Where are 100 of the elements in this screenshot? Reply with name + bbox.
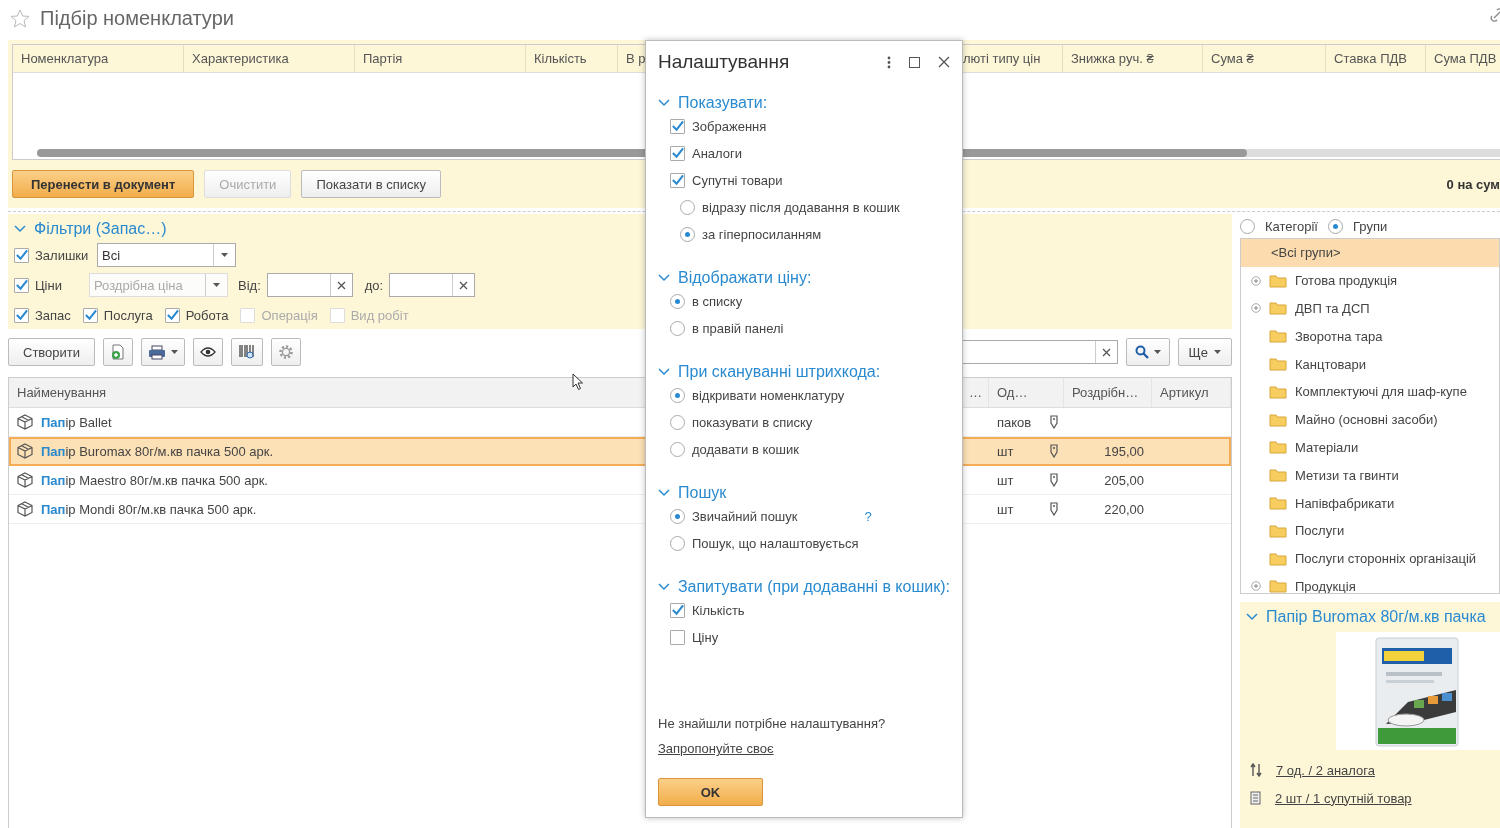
section-title[interactable]: При скануванні штрихкода: bbox=[678, 363, 881, 381]
tree-item[interactable]: Напівфабрикати bbox=[1241, 489, 1499, 517]
tree-item[interactable]: Послуги bbox=[1241, 516, 1499, 545]
checkbox[interactable] bbox=[14, 307, 29, 323]
radio-button[interactable] bbox=[670, 321, 685, 336]
document-icon bbox=[1250, 791, 1261, 805]
print-button[interactable] bbox=[141, 338, 186, 366]
column-header[interactable]: Кількість bbox=[526, 45, 618, 72]
column-header[interactable]: Знижка руч. ₴ bbox=[1063, 45, 1203, 72]
chevron-icon[interactable] bbox=[658, 583, 670, 591]
checkbox[interactable] bbox=[164, 307, 180, 323]
more-button[interactable]: Ще bbox=[1177, 338, 1232, 366]
chevron-icon[interactable] bbox=[1246, 613, 1258, 621]
radio-button[interactable] bbox=[680, 200, 695, 215]
search-button[interactable] bbox=[1125, 338, 1170, 366]
checkbox[interactable] bbox=[14, 277, 29, 293]
folder-icon bbox=[1269, 551, 1287, 566]
chevron-icon[interactable] bbox=[658, 99, 670, 107]
search-icon bbox=[1134, 345, 1149, 359]
column-header[interactable]: Артикул bbox=[1152, 378, 1231, 407]
checkbox[interactable] bbox=[670, 603, 685, 618]
chevron-icon[interactable] bbox=[658, 274, 670, 282]
link-icon[interactable] bbox=[1490, 6, 1500, 22]
to-label: до: bbox=[364, 277, 384, 293]
checkbox[interactable] bbox=[82, 307, 98, 323]
radio-button[interactable] bbox=[670, 415, 685, 430]
radio-button[interactable] bbox=[670, 509, 685, 524]
checkbox[interactable] bbox=[670, 119, 685, 134]
expand-icon[interactable] bbox=[1251, 303, 1261, 314]
close-icon[interactable] bbox=[938, 56, 950, 68]
item-name: Папір Buromax 80г/м.кв пачка 500 арк. bbox=[41, 443, 273, 459]
settings-button[interactable] bbox=[271, 338, 302, 366]
column-header[interactable]: Сума ПДВ bbox=[1426, 45, 1500, 72]
stock-select[interactable]: Всі bbox=[97, 243, 236, 267]
star-icon[interactable] bbox=[10, 8, 30, 28]
column-header[interactable]: Од… bbox=[989, 378, 1064, 407]
tree-item[interactable]: ДВП та ДСП bbox=[1241, 294, 1499, 323]
preview-button[interactable] bbox=[193, 338, 224, 366]
chevron-icon[interactable] bbox=[14, 225, 26, 233]
radio-button[interactable] bbox=[1328, 218, 1343, 234]
create-button[interactable]: Створити bbox=[8, 338, 96, 366]
section-title[interactable]: Показувати: bbox=[678, 94, 768, 112]
details-title[interactable]: Папір Buromax 80г/м.кв пачка bbox=[1266, 608, 1486, 626]
checkbox[interactable] bbox=[14, 247, 29, 263]
column-header[interactable]: Характеристика bbox=[184, 45, 355, 72]
radio-button[interactable] bbox=[1240, 218, 1255, 234]
tree-item[interactable]: Готова продукція bbox=[1241, 266, 1499, 295]
column-header[interactable]: Ставка ПДВ bbox=[1326, 45, 1426, 72]
action-button[interactable]: Перенести в документ bbox=[12, 170, 195, 198]
tree-item[interactable]: Канцтовари bbox=[1241, 350, 1499, 378]
item-name: Папір Maestro 80г/м.кв пачка 500 арк. bbox=[41, 472, 268, 488]
barcode-icon bbox=[238, 344, 257, 360]
checkbox[interactable] bbox=[670, 146, 685, 161]
tree-item[interactable]: Матеріали bbox=[1241, 433, 1499, 462]
column-header[interactable]: Сума ₴ bbox=[1203, 45, 1326, 72]
menu-icon[interactable] bbox=[887, 55, 891, 69]
action-button[interactable]: Показати в списку bbox=[301, 170, 441, 198]
tree-item[interactable]: Послуги сторонніх організацій bbox=[1241, 544, 1499, 573]
barcode-search-button[interactable] bbox=[231, 338, 264, 366]
dialog-title: Налаштування bbox=[658, 51, 791, 73]
suggest-link[interactable]: Запропонуйте своє bbox=[658, 741, 774, 756]
section-title[interactable]: Відображати ціну: bbox=[678, 269, 812, 287]
maximize-icon[interactable] bbox=[909, 56, 920, 68]
folder-icon bbox=[1269, 496, 1287, 511]
tree-item[interactable]: Зворотна тара bbox=[1241, 322, 1499, 351]
tree-item[interactable]: Продукція bbox=[1241, 572, 1499, 593]
radio-button[interactable] bbox=[670, 294, 685, 309]
tree-item[interactable]: Комплектуючі для шаф-купе bbox=[1241, 378, 1499, 406]
tree-item[interactable]: <Всі групи> bbox=[1241, 239, 1499, 267]
clear-icon[interactable] bbox=[459, 280, 469, 290]
option-label: Аналоги bbox=[692, 146, 743, 161]
help-link[interactable]: ? bbox=[864, 509, 872, 524]
add-document-button[interactable] bbox=[103, 338, 134, 366]
checkbox[interactable] bbox=[670, 173, 685, 188]
caret-icon bbox=[213, 283, 220, 287]
item-name: Папір Ballet bbox=[41, 414, 112, 430]
chevron-icon[interactable] bbox=[658, 489, 670, 497]
expand-icon[interactable] bbox=[1251, 581, 1261, 592]
details-link[interactable]: 7 од. / 2 аналога bbox=[1276, 762, 1375, 778]
radio-button[interactable] bbox=[680, 227, 695, 242]
price-to-field[interactable] bbox=[389, 273, 476, 297]
filters-title[interactable]: Фільтри (Запас…) bbox=[34, 220, 167, 238]
column-header[interactable]: Роздрібн… bbox=[1064, 378, 1152, 407]
tree-item[interactable]: Метизи та гвинти bbox=[1241, 461, 1499, 490]
tree-item[interactable]: Майно (основні засоби) bbox=[1241, 405, 1499, 434]
chevron-icon[interactable] bbox=[658, 368, 670, 376]
price-from-field[interactable] bbox=[266, 273, 353, 297]
details-link[interactable]: 2 шт / 1 супутній товар bbox=[1275, 790, 1412, 806]
column-header[interactable]: Номенклатура bbox=[13, 45, 184, 72]
radio-button[interactable] bbox=[670, 536, 685, 551]
column-header[interactable]: Партія bbox=[355, 45, 526, 72]
radio-button[interactable] bbox=[670, 388, 685, 403]
radio-button[interactable] bbox=[670, 442, 685, 457]
ok-button[interactable]: OK bbox=[658, 778, 763, 806]
section-title[interactable]: Запитувати (при додаванні в кошик): bbox=[677, 578, 950, 596]
checkbox[interactable] bbox=[670, 630, 685, 645]
clear-icon[interactable] bbox=[336, 280, 346, 290]
clear-icon[interactable] bbox=[1101, 347, 1111, 357]
cursor-icon bbox=[572, 373, 584, 391]
expand-icon[interactable] bbox=[1251, 275, 1261, 286]
